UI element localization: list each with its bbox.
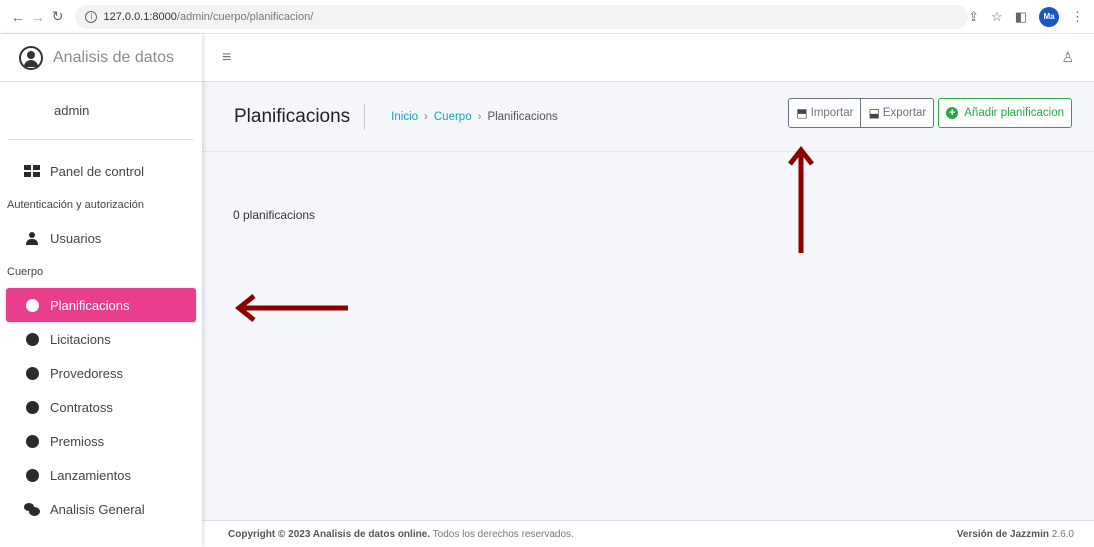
plus-circle-icon: + xyxy=(946,107,959,119)
result-count: 0 planificacions xyxy=(233,208,316,222)
profile-avatar[interactable]: Ma xyxy=(1039,6,1059,27)
sidebar-item-label: Provedoress xyxy=(50,365,123,381)
breadcrumb-current: Planificacions xyxy=(487,110,558,123)
brand-text: Analisis de datos xyxy=(53,48,174,66)
copyright: Copyright © 2023 Analisis de datos onlin… xyxy=(228,529,574,540)
sidebar-item-label: Analisis General xyxy=(50,501,145,517)
import-label: Importar xyxy=(810,107,854,119)
copyright-site[interactable]: Analisis de datos online. xyxy=(313,529,430,540)
breadcrumb-cuerpo[interactable]: Cuerpo xyxy=(434,111,472,123)
circle-icon xyxy=(25,434,39,448)
sidebar-item-label: Usuarios xyxy=(50,230,102,246)
user-panel[interactable]: admin xyxy=(8,82,194,140)
copyright-prefix: Copyright © 2023 xyxy=(228,528,313,540)
browser-toolbar: ← → ↻ i 127.0.0.1:8000/admin/cuerpo/plan… xyxy=(0,0,1094,34)
url-path: /admin/cuerpo/planificacion/ xyxy=(176,10,314,23)
top-navbar: ≡ ♙ xyxy=(202,34,1094,82)
add-planificacion-button[interactable]: + Añadir planificacion xyxy=(938,98,1072,128)
sidebar-item-label: Panel de control xyxy=(50,163,144,179)
dashboard-icon xyxy=(24,165,40,177)
sidebar-item-premioss[interactable]: Premioss xyxy=(6,424,196,458)
annotation-left-arrow xyxy=(234,294,348,322)
page-title: Planificacions xyxy=(234,103,366,130)
url-host: 127.0.0.1:8000 xyxy=(103,10,177,23)
content-header: Planificacions Inicio › Cuerpo › Planifi… xyxy=(202,82,1094,152)
user-name: admin xyxy=(54,103,90,118)
sidebar-item-label: Licitacions xyxy=(50,331,111,347)
export-label: Exportar xyxy=(882,107,927,119)
sidebar-item-planificacions[interactable]: Planificacions xyxy=(6,288,196,322)
sidebar-item-contratoss[interactable]: Contratoss xyxy=(6,390,196,424)
sidebar-item-licitacions[interactable]: Licitacions xyxy=(6,322,196,356)
reload-icon[interactable]: ↻ xyxy=(48,8,68,25)
circle-icon xyxy=(25,298,39,312)
import-button[interactable]: ⬒ Importar xyxy=(788,98,862,128)
add-label: Añadir planificacion xyxy=(964,107,1064,119)
back-arrow-icon[interactable]: ← xyxy=(8,9,28,25)
version-info: Versión de Jazzmin 2.6.0 xyxy=(957,529,1074,540)
sidebar-item-label: Lanzamientos xyxy=(50,467,131,483)
sidebar: Analisis de datos admin Panel de control… xyxy=(0,34,202,547)
star-icon[interactable]: ☆ xyxy=(991,9,1003,25)
file-import-icon: ⬒ xyxy=(796,106,808,120)
copyright-rights: Todos los derechos reservados. xyxy=(430,528,574,540)
sidebar-header-auth: Autenticación y autorización xyxy=(7,198,144,211)
sidebar-item-label: Planificacions xyxy=(50,297,130,313)
circle-icon xyxy=(25,400,39,414)
sidebar-item-panel-de-control[interactable]: Panel de control xyxy=(6,154,196,188)
circle-icon xyxy=(25,468,39,482)
user-menu-icon[interactable]: ♙ xyxy=(1061,49,1074,66)
sidebar-item-label: Contratoss xyxy=(50,399,113,415)
breadcrumb-separator: › xyxy=(477,110,482,123)
address-bar[interactable]: i 127.0.0.1:8000/admin/cuerpo/planificac… xyxy=(75,4,969,29)
sidebar-item-provedoress[interactable]: Provedoress xyxy=(6,356,196,390)
circle-icon xyxy=(25,366,39,380)
annotation-up-arrow xyxy=(788,145,814,253)
footer: Copyright © 2023 Analisis de datos onlin… xyxy=(202,520,1094,547)
sidebar-item-usuarios[interactable]: Usuarios xyxy=(6,221,196,255)
menu-dots-icon[interactable]: ⋮ xyxy=(1071,9,1084,25)
hamburger-menu-icon[interactable]: ≡ xyxy=(222,49,231,67)
version-number: 2.6.0 xyxy=(1048,528,1074,540)
comments-icon xyxy=(24,502,40,516)
breadcrumb-inicio[interactable]: Inicio xyxy=(391,111,418,123)
forward-arrow-icon[interactable]: → xyxy=(28,9,48,25)
info-icon[interactable]: i xyxy=(85,10,98,23)
sidebar-item-lanzamientos[interactable]: Lanzamientos xyxy=(6,458,196,492)
breadcrumb: Inicio › Cuerpo › Planificacions xyxy=(391,111,558,123)
sidebar-menu: Panel de control Autenticación y autoriz… xyxy=(0,140,202,526)
share-icon[interactable]: ⇪ xyxy=(968,9,979,25)
user-circle-icon xyxy=(19,45,43,70)
user-icon xyxy=(25,231,39,245)
circle-icon xyxy=(25,332,39,346)
sidebar-item-analisis-general[interactable]: Analisis General xyxy=(6,492,196,526)
breadcrumb-separator: › xyxy=(424,110,428,123)
export-button[interactable]: ⬓ Exportar xyxy=(861,98,935,128)
file-export-icon: ⬓ xyxy=(868,106,880,120)
sidebar-header-cuerpo: Cuerpo xyxy=(7,265,44,278)
version-label: Versión de Jazzmin xyxy=(956,528,1049,540)
object-tools: ⬒ Importar ⬓ Exportar + Añadir planifica… xyxy=(788,98,1072,128)
sidebar-item-label: Premioss xyxy=(50,433,105,449)
brand-link[interactable]: Analisis de datos xyxy=(0,34,202,82)
side-panel-icon[interactable]: ◧ xyxy=(1015,9,1027,25)
